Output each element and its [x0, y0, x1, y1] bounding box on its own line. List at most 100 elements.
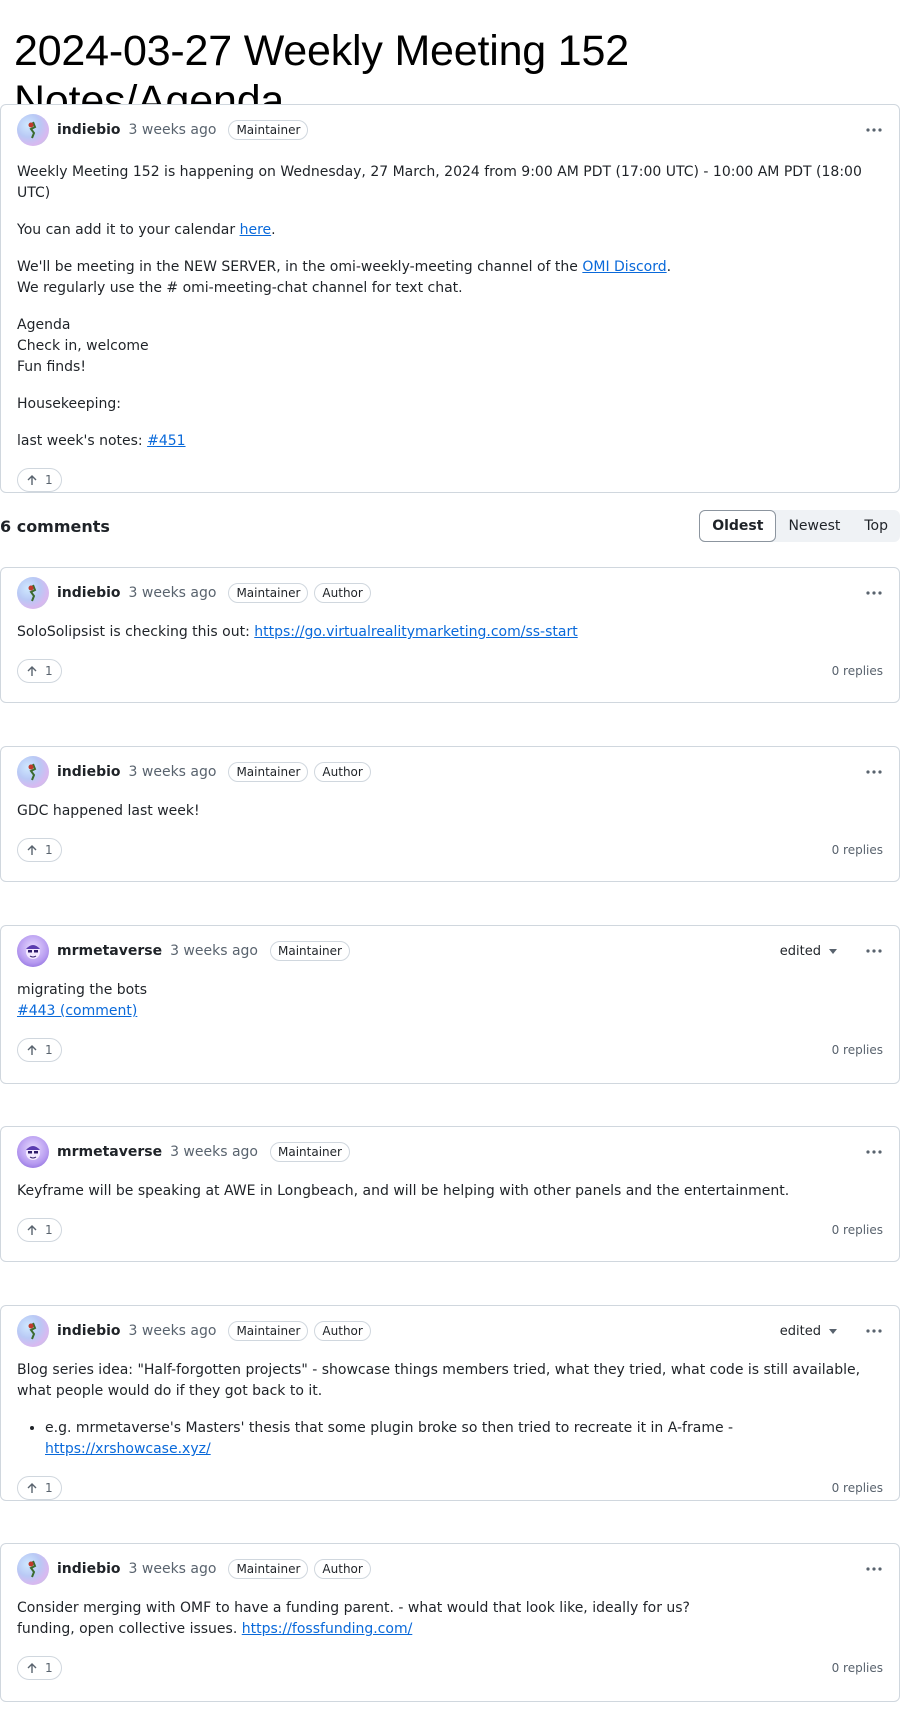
replies-count[interactable]: 0 replies: [832, 843, 883, 857]
timestamp[interactable]: 3 weeks ago: [129, 122, 217, 138]
comment-header: mrmetaverse 3 weeks ago Maintainer edite…: [17, 934, 883, 968]
upvote-button[interactable]: 1: [17, 659, 62, 683]
post-footer: 1: [17, 466, 883, 494]
author-badge: Author: [314, 583, 371, 603]
kebab-menu-icon[interactable]: [865, 942, 883, 960]
comment-header: indiebio 3 weeks ago Maintainer Author: [17, 576, 883, 610]
comment-link[interactable]: #443 (comment): [17, 1003, 137, 1019]
timestamp[interactable]: 3 weeks ago: [129, 1561, 217, 1577]
comment: indiebio 3 weeks ago Maintainer Author C…: [0, 1543, 900, 1702]
agenda-item: Check in, welcome: [17, 338, 149, 354]
header-actions: [865, 576, 883, 610]
upvote-button[interactable]: 1: [17, 1218, 62, 1242]
comment-link[interactable]: https://fossfunding.com/: [242, 1621, 413, 1637]
bullet-text: e.g. mrmetaverse's Masters' thesis that …: [45, 1420, 734, 1436]
avatar-icon: [26, 945, 40, 959]
comment-header: indiebio 3 weeks ago Maintainer Author: [17, 1552, 883, 1586]
comment: mrmetaverse 3 weeks ago Maintainer Keyfr…: [0, 1126, 900, 1262]
kebab-menu-icon[interactable]: [865, 584, 883, 602]
comment-body: Consider merging with OMF to have a fund…: [17, 1598, 883, 1640]
avatar-icon: [28, 121, 37, 139]
avatar[interactable]: [17, 577, 49, 609]
avatar[interactable]: [17, 1553, 49, 1585]
avatar[interactable]: [17, 1315, 49, 1347]
kebab-menu-icon[interactable]: [865, 1322, 883, 1340]
calendar-link[interactable]: here: [240, 222, 272, 238]
author-name[interactable]: mrmetaverse: [57, 943, 162, 959]
author-name[interactable]: indiebio: [57, 1323, 121, 1339]
comment: indiebio 3 weeks ago Maintainer Author S…: [0, 567, 900, 703]
header-actions: [865, 1552, 883, 1586]
author-name[interactable]: mrmetaverse: [57, 1144, 162, 1160]
kebab-menu-icon[interactable]: [865, 763, 883, 781]
author-badge: Author: [314, 1559, 371, 1579]
comment-body: Keyframe will be speaking at AWE in Long…: [17, 1183, 790, 1199]
arrow-up-icon: [26, 844, 38, 856]
maintainer-badge: Maintainer: [228, 120, 309, 140]
avatar[interactable]: [17, 935, 49, 967]
agenda-item: Fun finds!: [17, 359, 86, 375]
bullet-list: e.g. mrmetaverse's Masters' thesis that …: [45, 1418, 883, 1460]
timestamp[interactable]: 3 weeks ago: [129, 1323, 217, 1339]
comment-body: SoloSolipsist is checking this out: http…: [17, 622, 883, 643]
sort-newest-button[interactable]: Newest: [776, 510, 852, 542]
discussion-post: indiebio 3 weeks ago Maintainer Weekly M…: [0, 104, 900, 493]
kebab-menu-icon[interactable]: [865, 1560, 883, 1578]
author-name[interactable]: indiebio: [57, 764, 121, 780]
upvote-count: 1: [45, 1481, 53, 1495]
avatar-icon: [28, 1560, 37, 1578]
avatar-icon: [28, 1322, 37, 1340]
comment-footer: 1 0 replies: [17, 657, 883, 685]
page-title: 2024-03-27 Weekly Meeting 152 Notes/Agen…: [14, 27, 629, 125]
upvote-count: 1: [45, 664, 53, 678]
comment-text: migrating the bots: [17, 982, 147, 998]
replies-count[interactable]: 0 replies: [832, 1043, 883, 1057]
timestamp[interactable]: 3 weeks ago: [129, 585, 217, 601]
avatar[interactable]: [17, 1136, 49, 1168]
list-item: e.g. mrmetaverse's Masters' thesis that …: [45, 1418, 883, 1460]
comment-link[interactable]: https://xrshowcase.xyz/: [45, 1441, 211, 1457]
author-badge: Author: [314, 762, 371, 782]
kebab-menu-icon[interactable]: [865, 121, 883, 139]
edited-dropdown[interactable]: edited: [780, 1324, 837, 1339]
comment-footer: 1 0 replies: [17, 1474, 883, 1502]
notes-text: last week's notes:: [17, 433, 148, 449]
comment-link[interactable]: https://go.virtualrealitymarketing.com/s…: [254, 624, 577, 640]
timestamp[interactable]: 3 weeks ago: [129, 764, 217, 780]
author-name[interactable]: indiebio: [57, 122, 121, 138]
avatar[interactable]: [17, 756, 49, 788]
replies-count[interactable]: 0 replies: [832, 1661, 883, 1675]
sort-oldest-button[interactable]: Oldest: [699, 510, 777, 542]
edited-dropdown[interactable]: edited: [780, 944, 837, 959]
arrow-up-icon: [26, 1662, 38, 1674]
notes-link[interactable]: #451: [147, 433, 185, 449]
header-actions: edited: [780, 1314, 883, 1348]
avatar-icon: [28, 763, 37, 781]
comment: indiebio 3 weeks ago Maintainer Author G…: [0, 746, 900, 882]
upvote-button[interactable]: 1: [17, 838, 62, 862]
upvote-button[interactable]: 1: [17, 1476, 62, 1500]
edited-label: edited: [779, 943, 821, 959]
discord-link[interactable]: OMI Discord: [582, 259, 666, 275]
author-name[interactable]: indiebio: [57, 585, 121, 601]
kebab-menu-icon[interactable]: [865, 1143, 883, 1161]
upvote-button[interactable]: 1: [17, 468, 62, 492]
calendar-line: You can add it to your calendar here.: [17, 220, 883, 241]
author-name[interactable]: indiebio: [57, 1561, 121, 1577]
agenda-heading: Agenda: [17, 317, 71, 333]
replies-count[interactable]: 0 replies: [832, 1481, 883, 1495]
avatar-icon: [26, 1146, 40, 1160]
comment-footer: 1 0 replies: [17, 1216, 883, 1244]
header-actions: [865, 1135, 883, 1169]
sort-top-button[interactable]: Top: [852, 510, 900, 542]
server-text: We'll be meeting in the NEW SERVER, in t…: [17, 259, 583, 275]
upvote-button[interactable]: 1: [17, 1038, 62, 1062]
timestamp[interactable]: 3 weeks ago: [170, 943, 258, 959]
header-actions: [865, 755, 883, 789]
upvote-button[interactable]: 1: [17, 1656, 62, 1680]
edited-label: edited: [779, 1323, 821, 1339]
avatar[interactable]: [17, 114, 49, 146]
replies-count[interactable]: 0 replies: [832, 1223, 883, 1237]
timestamp[interactable]: 3 weeks ago: [170, 1144, 258, 1160]
replies-count[interactable]: 0 replies: [832, 664, 883, 678]
